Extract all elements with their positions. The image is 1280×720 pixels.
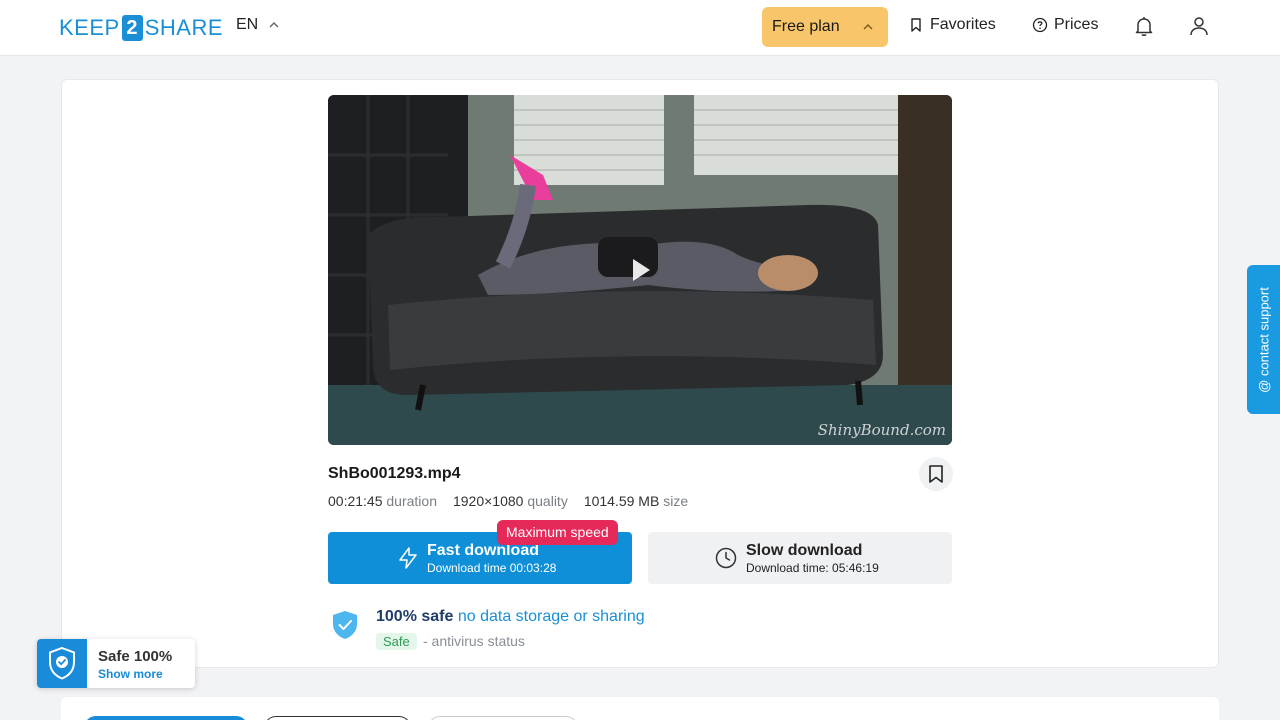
duration-meta: 00:21:45 duration xyxy=(328,493,437,509)
play-icon[interactable] xyxy=(630,257,652,283)
safety-title: 100% safe no data storage or sharing xyxy=(376,608,645,626)
duration-value: 00:21:45 xyxy=(328,493,383,509)
show-more-link[interactable]: Show more xyxy=(98,667,163,681)
file-name: ShBo001293.mp4 xyxy=(328,465,461,482)
maximum-speed-badge: Maximum speed xyxy=(497,520,618,545)
clock-icon xyxy=(715,547,737,569)
user-icon[interactable] xyxy=(1187,14,1211,38)
plan-label: Free plan xyxy=(772,18,840,35)
help-circle-icon xyxy=(1032,17,1048,33)
logo-text-right: SHARE xyxy=(144,15,223,40)
safe-status-badge: Safe xyxy=(376,633,417,650)
top-header: KEEP 2 SHARE EN Free plan Favorites Pric… xyxy=(0,0,1280,56)
bookmark-icon xyxy=(911,18,921,32)
tab-3[interactable] xyxy=(428,716,578,720)
language-selector[interactable]: EN xyxy=(236,16,280,34)
shield-check-icon xyxy=(49,646,75,680)
slow-download-time: Download time: 05:46:19 xyxy=(746,561,879,575)
free-plan-button[interactable]: Free plan xyxy=(762,7,888,47)
chevron-up-icon xyxy=(269,22,279,28)
chevron-up-icon xyxy=(863,24,873,30)
antivirus-status-label: - antivirus status xyxy=(423,633,525,649)
bookmark-icon xyxy=(929,465,943,483)
safe-widget-badge xyxy=(37,639,87,688)
fast-download-time: Download time 00:03:28 xyxy=(427,561,557,575)
prices-link[interactable]: Prices xyxy=(1032,16,1098,34)
tab-2[interactable] xyxy=(264,716,411,720)
quality-label: quality xyxy=(527,493,568,509)
lightning-icon xyxy=(399,547,417,569)
contact-support-label: @ contact support xyxy=(1256,286,1271,393)
video-preview[interactable]: ShinyBound.com xyxy=(328,95,952,445)
keep2share-logo[interactable]: KEEP 2 SHARE xyxy=(59,14,223,42)
bell-icon[interactable] xyxy=(1132,14,1156,38)
favorites-link[interactable]: Favorites xyxy=(908,16,996,34)
size-value: 1014.59 MB xyxy=(583,493,660,509)
tab-1[interactable] xyxy=(84,716,248,720)
add-favorite-button[interactable] xyxy=(919,457,953,491)
safety-title-rest: no data storage or sharing xyxy=(457,608,645,625)
language-label: EN xyxy=(236,16,259,33)
safe-widget[interactable]: Safe 100% Show more xyxy=(37,639,195,688)
safety-title-strong: 100% safe xyxy=(376,608,454,625)
favorites-label: Favorites xyxy=(930,16,996,33)
logo-text-left: KEEP xyxy=(59,15,120,40)
quality-meta: 1920×1080 quality xyxy=(453,493,568,509)
quality-value: 1920×1080 xyxy=(452,493,524,509)
logo-badge: 2 xyxy=(121,15,143,41)
prices-label: Prices xyxy=(1054,16,1099,33)
video-watermark: ShinyBound.com xyxy=(817,421,946,439)
shield-check-icon xyxy=(333,611,357,639)
contact-support-tab[interactable]: @ contact support xyxy=(1247,265,1280,414)
duration-label: duration xyxy=(386,493,437,509)
size-label: size xyxy=(663,493,689,509)
slow-download-button[interactable]: Slow download Download time: 05:46:19 xyxy=(648,532,952,584)
file-meta: 00:21:45 duration 1920×1080 quality 1014… xyxy=(328,493,688,509)
slow-download-label: Slow download xyxy=(746,542,863,559)
size-meta: 1014.59 MB size xyxy=(584,493,688,509)
safe-widget-title: Safe 100% xyxy=(98,648,173,665)
